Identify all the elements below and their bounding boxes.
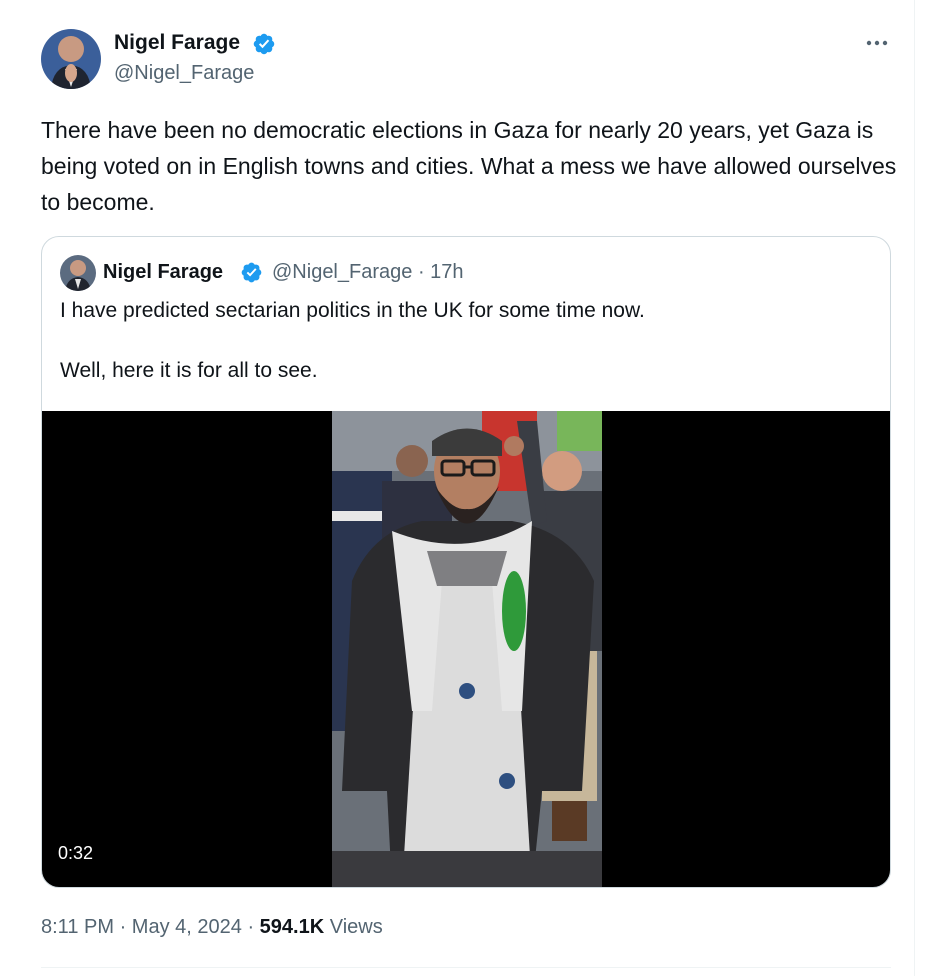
quote-text-line-1: I have predicted sectarian politics in t… xyxy=(60,299,645,322)
video-duration: 0:32 xyxy=(58,843,94,863)
author-handle[interactable]: @Nigel_Farage xyxy=(114,62,254,85)
column-border xyxy=(914,0,915,976)
timestamp-separator: · xyxy=(247,916,255,938)
author-name[interactable]: Nigel Farage xyxy=(114,31,240,55)
views-label: Views xyxy=(329,916,383,938)
tweet-text: There have been no democratic elections … xyxy=(41,117,897,215)
more-options-icon[interactable] xyxy=(860,30,894,56)
quote-author-avatar[interactable] xyxy=(60,255,96,291)
tweet-card: Nigel Farage @Nigel_Farage There have be… xyxy=(0,0,941,976)
video-thumbnail xyxy=(332,411,602,887)
views-count[interactable]: 594.1K xyxy=(260,916,325,938)
video-player[interactable]: 0:32 xyxy=(42,411,890,887)
quote-meta: @Nigel_Farage · 17h xyxy=(272,261,464,284)
tweet-date[interactable]: May 4, 2024 xyxy=(132,916,242,938)
verified-badge-icon xyxy=(240,261,263,284)
quote-text-line-2: Well, here it is for all to see. xyxy=(60,359,318,382)
timestamp-separator: · xyxy=(119,916,127,938)
quoted-tweet[interactable]: Nigel Farage @Nigel_Farage · 17h I have … xyxy=(41,236,891,888)
meta-separator: · xyxy=(417,261,425,283)
quote-author-handle[interactable]: @Nigel_Farage xyxy=(272,261,412,283)
author-avatar[interactable] xyxy=(41,29,101,89)
verified-badge-icon xyxy=(252,32,276,56)
quote-author-name[interactable]: Nigel Farage xyxy=(103,261,223,284)
quote-age[interactable]: 17h xyxy=(430,261,463,283)
tweet-timestamp: 8:11 PM · May 4, 2024 · 594.1K Views xyxy=(41,916,383,939)
divider xyxy=(41,967,891,968)
tweet-time[interactable]: 8:11 PM xyxy=(41,916,114,938)
